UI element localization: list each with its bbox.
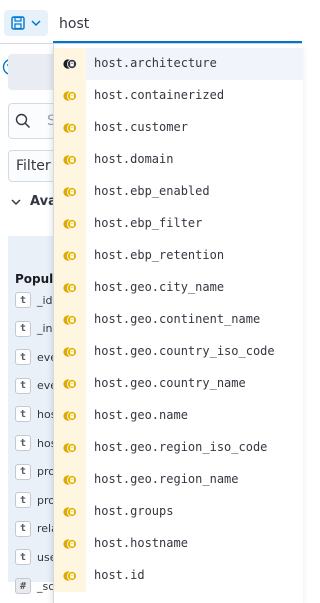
suggestion-item[interactable]: host.ebp_filter <box>54 208 303 240</box>
field-list-item[interactable]: t eve <box>15 347 57 367</box>
field-token-icon <box>54 368 86 400</box>
field-list-item[interactable]: t eve <box>15 376 57 396</box>
suggestion-item[interactable]: host.domain <box>54 144 303 176</box>
saved-query-button[interactable] <box>4 10 48 36</box>
suggestion-label: host.geo.country_iso_code <box>94 344 275 358</box>
suggestion-item[interactable]: host.geo.region_iso_code <box>54 432 303 464</box>
field-token-icon <box>54 240 86 272</box>
field-token-icon <box>54 80 86 112</box>
suggestion-item[interactable]: host.id <box>54 560 303 592</box>
field-list-item[interactable]: t hos <box>15 433 56 453</box>
suggestion-label: host.ebp_retention <box>94 248 225 262</box>
suggestion-label: host.geo.city_name <box>94 280 225 294</box>
field-type-icon: t <box>15 435 31 451</box>
suggestion-label: host.containerized <box>94 88 225 102</box>
suggestion-label: host.ebp_enabled <box>94 184 210 198</box>
suggestion-item[interactable]: host.architecture <box>54 48 303 80</box>
suggestion-label: host.hostname <box>94 536 188 550</box>
filter-label: Filter <box>16 158 51 174</box>
field-token-icon <box>54 496 86 528</box>
suggestion-label: host.groups <box>94 504 174 518</box>
available-fields-toggle[interactable]: Ava <box>10 194 57 209</box>
suggestion-item[interactable]: host.customer <box>54 112 303 144</box>
field-type-icon: t <box>15 320 31 337</box>
field-type-icon: # <box>15 578 31 594</box>
field-list-item[interactable]: t rela <box>15 519 58 539</box>
field-type-icon: t <box>15 549 31 566</box>
suggestion-label: host.architecture <box>94 56 217 70</box>
suggestion-item[interactable]: host.geo.country_iso_code <box>54 336 303 368</box>
query-input[interactable] <box>53 9 302 39</box>
field-token-icon <box>54 560 86 592</box>
field-list-item[interactable]: # _sc <box>15 576 54 596</box>
suggestion-label: host.geo.region_iso_code <box>94 440 268 454</box>
field-list-item[interactable]: t pro <box>15 462 55 482</box>
field-list-item[interactable]: t pro <box>15 490 55 510</box>
query-bar <box>0 0 302 44</box>
field-token-icon <box>54 112 86 144</box>
field-token-icon <box>54 528 86 560</box>
search-icon <box>15 113 31 129</box>
field-token-icon <box>54 176 86 208</box>
field-token-icon <box>54 304 86 336</box>
suggestion-label: host.customer <box>94 120 188 134</box>
field-type-icon: t <box>15 292 31 308</box>
suggestion-item[interactable]: host.ebp_retention <box>54 240 303 272</box>
suggestion-item[interactable]: host.geo.country_name <box>54 368 303 400</box>
suggestion-item[interactable]: host.containerized <box>54 80 303 112</box>
suggestion-label: host.geo.country_name <box>94 376 246 390</box>
field-list-item[interactable]: t use <box>15 547 56 567</box>
field-type-icon: t <box>15 349 31 366</box>
suggestion-item[interactable]: host.groups <box>54 496 303 528</box>
suggestion-item[interactable]: host.ebp_enabled <box>54 176 303 208</box>
suggestion-label: host.domain <box>94 152 174 166</box>
suggestion-item[interactable]: host.geo.region_name <box>54 464 303 496</box>
field-token-icon <box>54 272 86 304</box>
field-name: _id <box>37 293 53 307</box>
save-icon <box>11 16 25 30</box>
suggestion-item[interactable]: host.hostname <box>54 528 303 560</box>
field-type-icon: t <box>15 520 31 537</box>
field-token-icon <box>54 144 86 176</box>
field-name: _sc <box>37 579 55 593</box>
field-token-icon <box>54 400 86 432</box>
suggestion-label: host.geo.name <box>94 408 188 422</box>
field-type-icon: t <box>15 492 31 509</box>
suggestion-label: host.geo.region_name <box>94 472 239 486</box>
field-list-item[interactable]: t _id <box>15 290 53 310</box>
field-token-icon <box>54 432 86 464</box>
query-focus-underline <box>53 41 302 43</box>
suggestion-label: host.ebp_filter <box>94 216 203 230</box>
suggestion-dropdown: host.architecture host.containerized hos… <box>53 44 303 603</box>
suggestion-item[interactable]: host.geo.city_name <box>54 272 303 304</box>
field-token-icon <box>54 208 86 240</box>
field-token-icon <box>54 48 86 80</box>
field-type-icon: t <box>15 377 31 394</box>
suggestion-label: host.geo.continent_name <box>94 312 261 326</box>
chevron-down-icon <box>31 20 41 27</box>
field-list-item[interactable]: t hos <box>15 404 56 424</box>
field-token-icon <box>54 464 86 496</box>
suggestion-label: host.id <box>94 568 145 582</box>
chevron-down-icon <box>11 198 21 205</box>
suggestion-item[interactable]: host.geo.continent_name <box>54 304 303 336</box>
field-type-icon: t <box>15 406 31 423</box>
suggestion-item[interactable]: host.geo.name <box>54 400 303 432</box>
field-token-icon <box>54 336 86 368</box>
field-type-icon: t <box>15 463 31 480</box>
